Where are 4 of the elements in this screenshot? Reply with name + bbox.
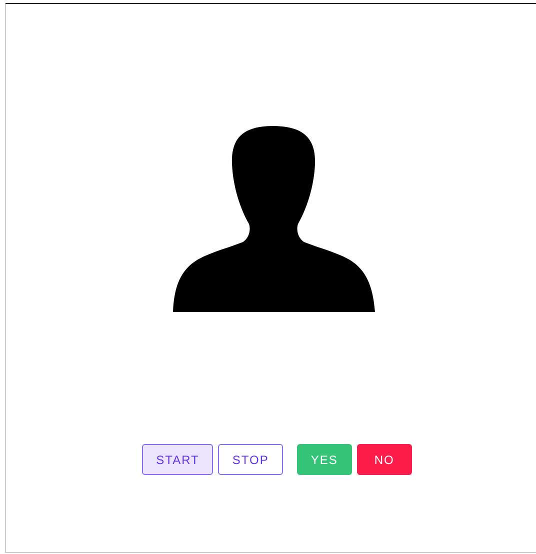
action-button[interactable]: NO (356, 444, 412, 475)
toggle-button[interactable]: STOP (218, 444, 283, 475)
person-silhouette-icon (173, 126, 375, 312)
toggle-button[interactable]: START (142, 444, 214, 475)
